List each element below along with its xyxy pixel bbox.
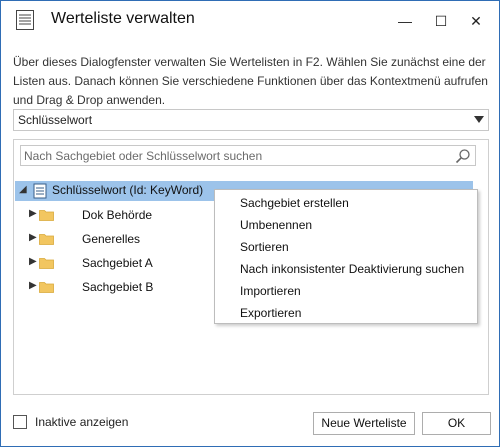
expanded-arrow-icon[interactable]: ◢ xyxy=(19,184,27,195)
tree-item[interactable]: ▶ Sachgebiet B xyxy=(15,277,215,297)
expand-arrow-icon[interactable]: ▶ xyxy=(29,208,37,219)
folder-icon xyxy=(39,258,54,269)
document-icon xyxy=(33,183,47,199)
chevron-down-icon[interactable] xyxy=(474,116,484,123)
menu-item-rename[interactable]: Umbenennen xyxy=(240,214,312,236)
show-inactive-checkbox[interactable] xyxy=(13,415,27,429)
search-icon[interactable] xyxy=(455,148,471,164)
new-value-list-button[interactable]: Neue Werteliste xyxy=(313,412,415,435)
expand-arrow-icon[interactable]: ▶ xyxy=(29,256,37,267)
folder-icon xyxy=(39,210,54,221)
show-inactive-label: Inaktive anzeigen xyxy=(35,415,129,429)
title-bar: Werteliste verwalten — ☐ ✕ xyxy=(1,1,499,39)
maximize-button[interactable]: ☐ xyxy=(429,9,453,33)
menu-item-create-subject[interactable]: Sachgebiet erstellen xyxy=(240,192,349,214)
dialog-window: Werteliste verwalten — ☐ ✕ Über dieses D… xyxy=(0,0,500,447)
tree-root-label: Schlüsselwort (Id: KeyWord) xyxy=(52,183,204,197)
tree-item-label: Sachgebiet A xyxy=(82,256,153,270)
window-title: Werteliste verwalten xyxy=(51,10,195,27)
context-menu: Sachgebiet erstellen Umbenennen Sortiere… xyxy=(214,189,478,324)
folder-icon xyxy=(39,282,54,293)
tree-item-label: Generelles xyxy=(82,232,141,246)
menu-item-sort[interactable]: Sortieren xyxy=(240,236,289,258)
search-box[interactable] xyxy=(20,145,476,166)
tree-item[interactable]: ▶ Dok Behörde xyxy=(15,205,215,225)
description-text: Über dieses Dialogfenster verwalten Sie … xyxy=(13,55,488,107)
expand-arrow-icon[interactable]: ▶ xyxy=(29,280,37,291)
tree-item[interactable]: ▶ Sachgebiet A xyxy=(15,253,215,273)
ok-button[interactable]: OK xyxy=(422,412,491,435)
minimize-button[interactable]: — xyxy=(393,9,417,33)
folder-icon xyxy=(39,234,54,245)
search-input[interactable] xyxy=(24,147,454,164)
tree-item[interactable]: ▶ Generelles xyxy=(15,229,215,249)
close-button[interactable]: ✕ xyxy=(464,9,488,33)
tree-item-label: Sachgebiet B xyxy=(82,280,154,294)
document-list-icon xyxy=(16,10,34,30)
menu-item-export[interactable]: Exportieren xyxy=(240,302,301,324)
list-selector-combobox[interactable]: Schlüsselwort xyxy=(13,109,489,131)
menu-item-find-inconsistent[interactable]: Nach inkonsistenter Deaktivierung suchen xyxy=(240,258,464,280)
expand-arrow-icon[interactable]: ▶ xyxy=(29,232,37,243)
list-selector-value: Schlüsselwort xyxy=(18,113,93,127)
menu-item-import[interactable]: Importieren xyxy=(240,280,301,302)
tree-item-label: Dok Behörde xyxy=(82,208,153,222)
